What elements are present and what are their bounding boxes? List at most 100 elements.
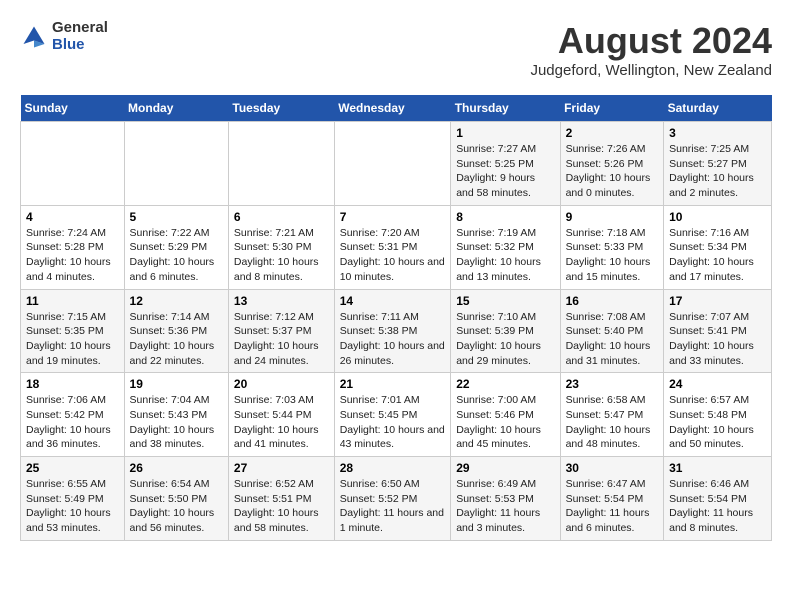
day-cell: 6Sunrise: 7:21 AMSunset: 5:30 PMDaylight…	[228, 205, 334, 289]
day-cell: 22 Sunrise: 7:00 AMSunset: 5:46 PMDayligh…	[451, 373, 560, 457]
day-info: Sunrise: 7:20 AMSunset: 5:31 PMDaylight:…	[340, 226, 446, 285]
day-number: 14	[340, 294, 446, 308]
day-number: 20	[234, 377, 329, 391]
day-number: 26	[130, 461, 223, 475]
day-info: Sunrise: 7:04 AMSunset: 5:43 PMDaylight:…	[130, 393, 223, 452]
week-row-3: 11Sunrise: 7:15 AMSunset: 5:35 PMDayligh…	[21, 289, 772, 373]
day-number: 7	[340, 210, 446, 224]
day-info: Sunrise: 7:16 AMSunset: 5:34 PMDaylight:…	[669, 226, 766, 285]
day-info: Sunrise: 7:12 AMSunset: 5:37 PMDaylight:…	[234, 310, 329, 369]
day-info: Sunrise: 6:49 AMSunset: 5:53 PMDaylight:…	[456, 477, 554, 536]
day-info: Sunrise: 7:19 AMSunset: 5:32 PMDaylight:…	[456, 226, 554, 285]
header-day-tuesday: Tuesday	[228, 95, 334, 122]
day-cell	[124, 122, 228, 206]
header-day-monday: Monday	[124, 95, 228, 122]
day-info: Sunrise: 7:08 AMSunset: 5:40 PMDaylight:…	[566, 310, 659, 369]
title-block: August 2024 Judgeford, Wellington, New Z…	[530, 20, 772, 79]
day-cell: 19 Sunrise: 7:04 AMSunset: 5:43 PMDayligh…	[124, 373, 228, 457]
header-day-saturday: Saturday	[664, 95, 772, 122]
day-number: 10	[669, 210, 766, 224]
day-info: Sunrise: 7:18 AMSunset: 5:33 PMDaylight:…	[566, 226, 659, 285]
day-cell: 14Sunrise: 7:11 AMSunset: 5:38 PMDayligh…	[334, 289, 451, 373]
day-number: 24	[669, 377, 766, 391]
header-day-friday: Friday	[560, 95, 664, 122]
day-info: Sunrise: 7:24 AMSunset: 5:28 PMDaylight:…	[26, 226, 119, 285]
day-number: 5	[130, 210, 223, 224]
day-info: Sunrise: 7:15 AMSunset: 5:35 PMDaylight:…	[26, 310, 119, 369]
day-number: 15	[456, 294, 554, 308]
day-number: 22	[456, 377, 554, 391]
calendar-table: SundayMondayTuesdayWednesdayThursdayFrid…	[20, 95, 772, 541]
day-info: Sunrise: 7:21 AMSunset: 5:30 PMDaylight:…	[234, 226, 329, 285]
day-cell: 8 Sunrise: 7:19 AMSunset: 5:32 PMDaylight…	[451, 205, 560, 289]
day-number: 29	[456, 461, 554, 475]
day-info: Sunrise: 7:25 AMSunset: 5:27 PMDaylight:…	[669, 142, 766, 201]
day-cell: 28Sunrise: 6:50 AMSunset: 5:52 PMDayligh…	[334, 457, 451, 541]
day-cell: 2Sunrise: 7:26 AMSunset: 5:26 PMDaylight…	[560, 122, 664, 206]
day-cell: 24 Sunrise: 6:57 AMSunset: 5:48 PMDayligh…	[664, 373, 772, 457]
day-info: Sunrise: 7:00 AMSunset: 5:46 PMDaylight:…	[456, 393, 554, 452]
day-number: 9	[566, 210, 659, 224]
day-info: Sunrise: 7:03 AMSunset: 5:44 PMDaylight:…	[234, 393, 329, 452]
subtitle: Judgeford, Wellington, New Zealand	[530, 62, 772, 79]
week-row-2: 4 Sunrise: 7:24 AMSunset: 5:28 PMDaylight…	[21, 205, 772, 289]
logo-icon	[20, 23, 48, 51]
logo-blue-text: Blue	[52, 37, 108, 54]
logo: General Blue	[20, 20, 108, 53]
day-cell: 9 Sunrise: 7:18 AMSunset: 5:33 PMDaylight…	[560, 205, 664, 289]
logo-general-text: General	[52, 20, 108, 37]
day-cell: 25 Sunrise: 6:55 AMSunset: 5:49 PMDayligh…	[21, 457, 125, 541]
day-cell: 17Sunrise: 7:07 AMSunset: 5:41 PMDayligh…	[664, 289, 772, 373]
day-number: 3	[669, 126, 766, 140]
day-cell: 26 Sunrise: 6:54 AMSunset: 5:50 PMDayligh…	[124, 457, 228, 541]
day-number: 8	[456, 210, 554, 224]
day-number: 13	[234, 294, 329, 308]
day-cell: 27 Sunrise: 6:52 AMSunset: 5:51 PMDayligh…	[228, 457, 334, 541]
day-cell: 10 Sunrise: 7:16 AMSunset: 5:34 PMDayligh…	[664, 205, 772, 289]
day-cell	[21, 122, 125, 206]
day-cell: 20 Sunrise: 7:03 AMSunset: 5:44 PMDayligh…	[228, 373, 334, 457]
day-info: Sunrise: 7:01 AMSunset: 5:45 PMDaylight:…	[340, 393, 446, 452]
day-cell: 5 Sunrise: 7:22 AMSunset: 5:29 PMDaylight…	[124, 205, 228, 289]
day-cell	[228, 122, 334, 206]
day-cell: 3 Sunrise: 7:25 AMSunset: 5:27 PMDaylight…	[664, 122, 772, 206]
day-info: Sunrise: 6:57 AMSunset: 5:48 PMDaylight:…	[669, 393, 766, 452]
main-title: August 2024	[530, 20, 772, 62]
week-row-5: 25 Sunrise: 6:55 AMSunset: 5:49 PMDayligh…	[21, 457, 772, 541]
day-number: 27	[234, 461, 329, 475]
header-day-wednesday: Wednesday	[334, 95, 451, 122]
day-cell: 29 Sunrise: 6:49 AMSunset: 5:53 PMDayligh…	[451, 457, 560, 541]
day-info: Sunrise: 6:54 AMSunset: 5:50 PMDaylight:…	[130, 477, 223, 536]
day-cell	[334, 122, 451, 206]
day-info: Sunrise: 6:46 AMSunset: 5:54 PMDaylight:…	[669, 477, 766, 536]
day-info: Sunrise: 6:52 AMSunset: 5:51 PMDaylight:…	[234, 477, 329, 536]
day-cell: 21 Sunrise: 7:01 AMSunset: 5:45 PMDayligh…	[334, 373, 451, 457]
day-number: 16	[566, 294, 659, 308]
day-cell: 18Sunrise: 7:06 AMSunset: 5:42 PMDayligh…	[21, 373, 125, 457]
day-info: Sunrise: 6:55 AMSunset: 5:49 PMDaylight:…	[26, 477, 119, 536]
header-day-sunday: Sunday	[21, 95, 125, 122]
day-number: 12	[130, 294, 223, 308]
day-number: 19	[130, 377, 223, 391]
day-cell: 31Sunrise: 6:46 AMSunset: 5:54 PMDayligh…	[664, 457, 772, 541]
day-cell: 7 Sunrise: 7:20 AMSunset: 5:31 PMDaylight…	[334, 205, 451, 289]
day-number: 23	[566, 377, 659, 391]
day-info: Sunrise: 7:10 AMSunset: 5:39 PMDaylight:…	[456, 310, 554, 369]
day-cell: 30Sunrise: 6:47 AMSunset: 5:54 PMDayligh…	[560, 457, 664, 541]
day-number: 25	[26, 461, 119, 475]
page-header: General Blue August 2024 Judgeford, Well…	[20, 20, 772, 79]
day-info: Sunrise: 7:06 AMSunset: 5:42 PMDaylight:…	[26, 393, 119, 452]
day-info: Sunrise: 7:07 AMSunset: 5:41 PMDaylight:…	[669, 310, 766, 369]
header-day-thursday: Thursday	[451, 95, 560, 122]
day-number: 4	[26, 210, 119, 224]
day-cell: 13 Sunrise: 7:12 AMSunset: 5:37 PMDayligh…	[228, 289, 334, 373]
day-info: Sunrise: 7:22 AMSunset: 5:29 PMDaylight:…	[130, 226, 223, 285]
header-row: SundayMondayTuesdayWednesdayThursdayFrid…	[21, 95, 772, 122]
day-cell: 16 Sunrise: 7:08 AMSunset: 5:40 PMDayligh…	[560, 289, 664, 373]
day-cell: 11Sunrise: 7:15 AMSunset: 5:35 PMDayligh…	[21, 289, 125, 373]
day-number: 21	[340, 377, 446, 391]
day-info: Sunrise: 6:58 AMSunset: 5:47 PMDaylight:…	[566, 393, 659, 452]
day-cell: 1Sunrise: 7:27 AMSunset: 5:25 PMDaylight…	[451, 122, 560, 206]
day-cell: 15 Sunrise: 7:10 AMSunset: 5:39 PMDayligh…	[451, 289, 560, 373]
day-number: 2	[566, 126, 659, 140]
